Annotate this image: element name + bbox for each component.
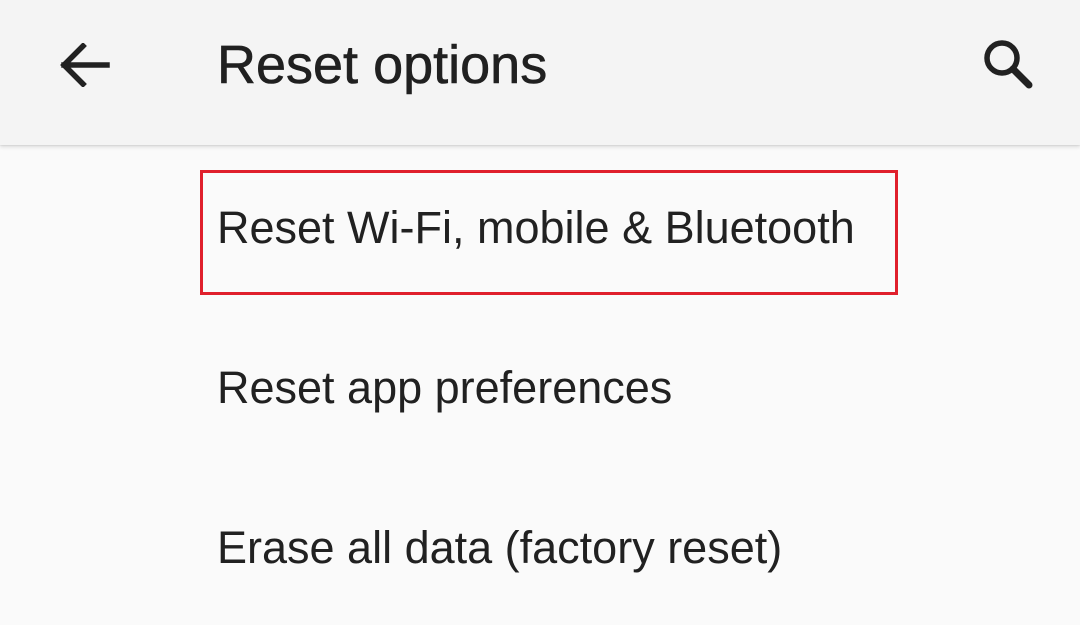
app-bar: Reset options — [0, 0, 1080, 145]
reset-options-list: Reset Wi-Fi, mobile & Bluetooth Reset ap… — [0, 145, 1080, 616]
page-title: Reset options — [217, 35, 548, 96]
list-item-factory-reset[interactable]: Erase all data (factory reset) — [0, 465, 1080, 625]
list-item-label: Reset Wi-Fi, mobile & Bluetooth — [217, 202, 855, 253]
list-item-label: Erase all data (factory reset) — [217, 522, 783, 573]
list-item-label: Reset app preferences — [217, 362, 673, 413]
list-item-reset-network[interactable]: Reset Wi-Fi, mobile & Bluetooth — [0, 145, 1080, 305]
back-button[interactable] — [40, 22, 130, 112]
arrow-back-icon — [59, 41, 111, 92]
search-button[interactable] — [962, 20, 1052, 110]
search-icon — [979, 35, 1035, 96]
list-item-reset-app-preferences[interactable]: Reset app preferences — [0, 305, 1080, 465]
